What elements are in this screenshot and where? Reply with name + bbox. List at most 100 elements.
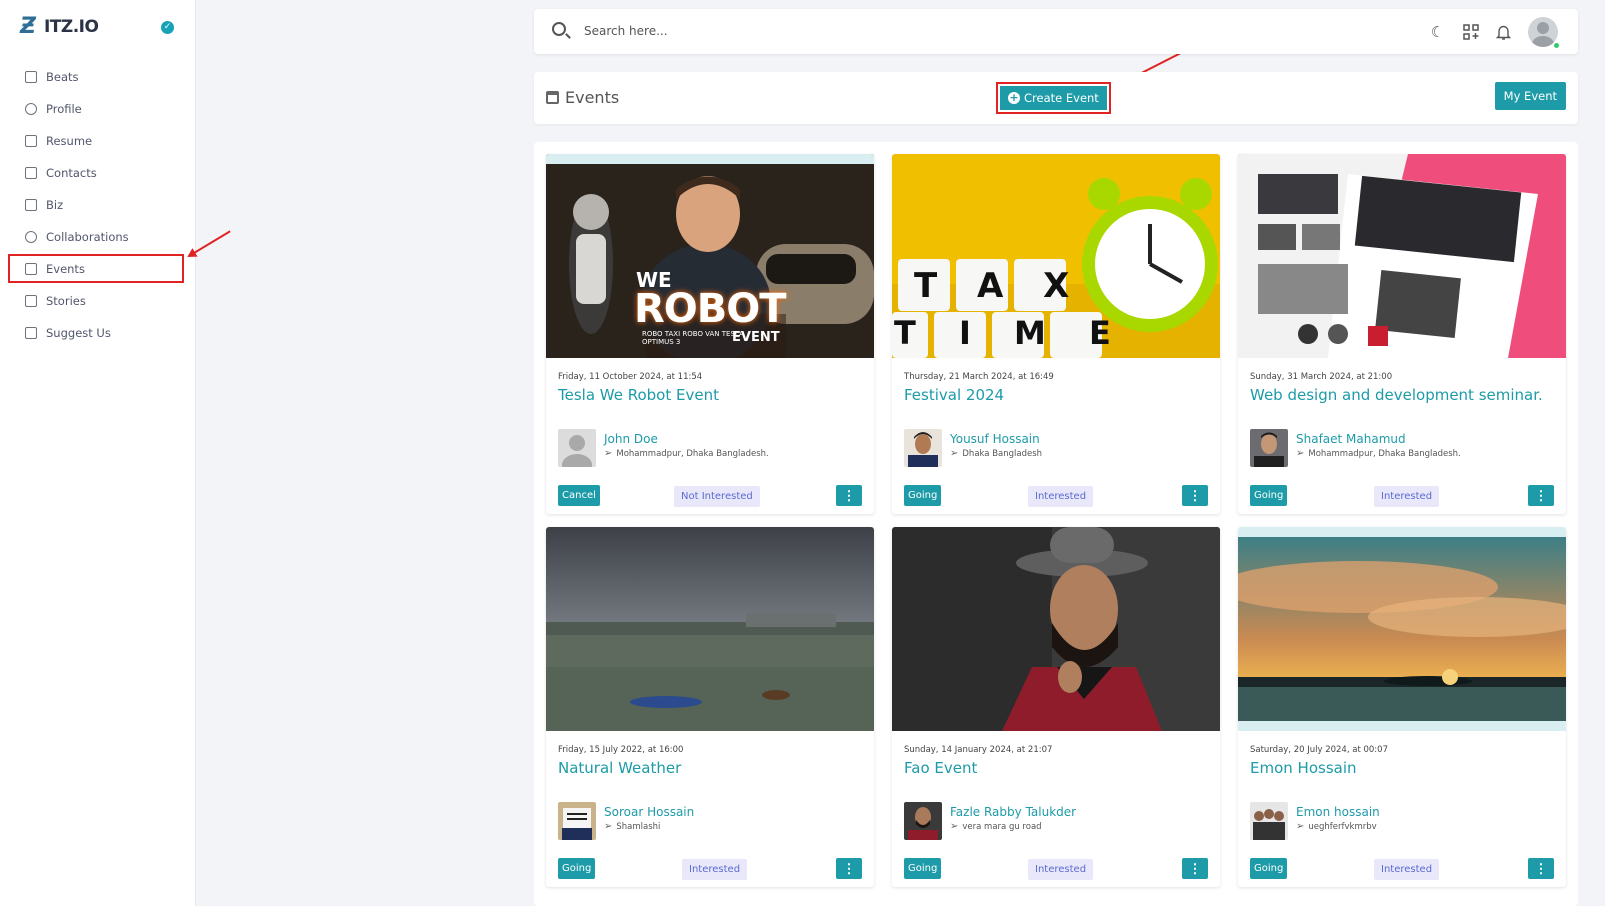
event-location: ➢ ueghferfvkmrbv	[1296, 821, 1377, 832]
sidebar-item-label: Contacts	[46, 165, 97, 180]
organizer-avatar[interactable]	[558, 802, 596, 840]
going-button[interactable]: Going	[904, 485, 942, 506]
event-image[interactable]: T A X T I M E	[892, 154, 1220, 358]
organizer-avatar[interactable]	[558, 429, 596, 467]
interested-button[interactable]: Interested	[1028, 859, 1094, 880]
search-input[interactable]	[584, 20, 984, 42]
sidebar-item-stories[interactable]: Stories	[8, 286, 184, 315]
image-text-robot: ROBOT	[634, 286, 787, 332]
location-arrow-icon: ➢	[1296, 821, 1305, 832]
going-button[interactable]: Going	[558, 858, 596, 879]
not-interested-button[interactable]: Not Interested	[674, 486, 760, 507]
more-options-button[interactable]: ⋮	[1528, 485, 1554, 506]
image-text-event: EVENT	[732, 330, 780, 345]
event-card[interactable]: WE ROBOT ROBO TAXI ROBO VAN TESLA OPTIMU…	[546, 154, 874, 514]
sidebar-item-label: Beats	[46, 69, 79, 84]
file-icon	[25, 134, 37, 147]
sidebar-item-collaborations[interactable]: Collaborations	[8, 222, 184, 251]
clipboard-icon	[25, 198, 37, 211]
online-status-dot	[1553, 42, 1560, 49]
event-card[interactable]: Sunday, 14 January 2024, at 21:07 Fao Ev…	[892, 527, 1220, 887]
more-options-button[interactable]: ⋮	[836, 485, 862, 506]
sidebar-item-biz[interactable]: Biz	[8, 190, 184, 219]
location-text: Mohammadpur, Dhaka Bangladesh.	[616, 448, 769, 459]
event-date: Thursday, 21 March 2024, at 16:49	[904, 372, 1054, 382]
event-date: Friday, 11 October 2024, at 11:54	[558, 372, 703, 382]
calendar-icon	[546, 91, 559, 104]
event-card[interactable]: T A X T I M E Thursday, 21 March 2024, a…	[892, 154, 1220, 514]
event-card[interactable]: Friday, 15 July 2022, at 16:00 Natural W…	[546, 527, 874, 887]
sidebar-nav: Beats Profile Resume Contacts Biz Collab…	[8, 62, 184, 350]
organizer-avatar[interactable]	[1250, 802, 1288, 840]
apps-icon[interactable]	[1462, 24, 1479, 41]
interested-button[interactable]: Interested	[1374, 486, 1440, 507]
event-title[interactable]: Natural Weather	[558, 759, 681, 777]
organizer-name[interactable]: Shafaet Mahamud	[1296, 432, 1406, 446]
organizer-name[interactable]: Fazle Rabby Talukder	[950, 805, 1076, 819]
calendar-icon	[25, 262, 37, 275]
brand-logo-icon: Ƶ	[20, 14, 36, 39]
event-image[interactable]	[892, 527, 1220, 731]
event-title[interactable]: Tesla We Robot Event	[558, 386, 719, 404]
organizer-name[interactable]: Soroar Hossain	[604, 805, 694, 819]
more-options-button[interactable]: ⋮	[1182, 858, 1208, 879]
event-title[interactable]: Web design and development seminar.	[1250, 386, 1543, 404]
event-location: ➢ Shamlashi	[604, 821, 660, 832]
sidebar-item-suggest-us[interactable]: Suggest Us	[8, 318, 184, 347]
create-event-button[interactable]: + Create Event	[1000, 86, 1107, 110]
organizer-name[interactable]: Yousuf Hossain	[950, 432, 1040, 446]
interested-button[interactable]: Interested	[1028, 486, 1094, 507]
cancel-button[interactable]: Cancel	[558, 485, 600, 506]
going-button[interactable]: Going	[1250, 485, 1288, 506]
create-event-highlight: + Create Event	[996, 82, 1111, 114]
organizer-name[interactable]: John Doe	[604, 432, 658, 446]
going-button[interactable]: Going	[904, 858, 942, 879]
search-icon[interactable]	[552, 22, 566, 36]
event-location: ➢ Dhaka Bangladesh	[950, 448, 1042, 459]
moon-icon[interactable]: ☾	[1429, 23, 1446, 41]
sidebar-item-contacts[interactable]: Contacts	[8, 158, 184, 187]
more-options-button[interactable]: ⋮	[1182, 485, 1208, 506]
top-icons: ☾	[1429, 17, 1558, 47]
organizer-avatar[interactable]	[1250, 429, 1288, 467]
sidebar-item-beats[interactable]: Beats	[8, 62, 184, 91]
sidebar-item-label: Suggest Us	[46, 325, 111, 340]
event-image[interactable]: WE ROBOT ROBO TAXI ROBO VAN TESLA OPTIMU…	[546, 154, 874, 358]
event-date: Sunday, 31 March 2024, at 21:00	[1250, 372, 1393, 382]
event-title[interactable]: Fao Event	[904, 759, 977, 777]
event-image[interactable]	[1238, 154, 1566, 358]
more-options-button[interactable]: ⋮	[1528, 858, 1554, 879]
event-title[interactable]: Emon Hossain	[1250, 759, 1357, 777]
sidebar-item-label: Biz	[46, 197, 64, 212]
going-button[interactable]: Going	[1250, 858, 1288, 879]
sidebar-item-profile[interactable]: Profile	[8, 94, 184, 123]
grid-icon	[25, 70, 37, 83]
event-location: ➢ Mohammadpur, Dhaka Bangladesh.	[604, 448, 769, 459]
suggest-icon	[25, 326, 37, 339]
event-card[interactable]: Sunday, 31 March 2024, at 21:00 Web desi…	[1238, 154, 1566, 514]
sidebar-item-label: Profile	[46, 101, 82, 116]
organizer-avatar[interactable]	[904, 802, 942, 840]
location-text: Shamlashi	[616, 821, 661, 832]
organizer-name[interactable]: Emon hossain	[1296, 805, 1380, 819]
interested-button[interactable]: Interested	[1374, 859, 1440, 880]
plus-icon: +	[1008, 91, 1020, 104]
user-icon	[25, 102, 37, 115]
location-text: Dhaka Bangladesh	[962, 448, 1043, 459]
interested-button[interactable]: Interested	[682, 859, 748, 880]
sidebar-item-label: Resume	[46, 133, 93, 148]
brand[interactable]: Ƶ ITZ.IO	[20, 14, 99, 39]
my-event-button[interactable]: My Event	[1494, 82, 1566, 110]
sidebar-item-events[interactable]: Events	[8, 254, 184, 283]
events-grid: WE ROBOT ROBO TAXI ROBO VAN TESLA OPTIMU…	[534, 142, 1578, 906]
bell-icon[interactable]	[1495, 24, 1512, 41]
more-options-button[interactable]: ⋮	[836, 858, 862, 879]
events-header: Events + Create Event My Event	[534, 72, 1578, 124]
event-image[interactable]	[1238, 527, 1566, 731]
event-image[interactable]	[546, 527, 874, 731]
people-icon	[25, 230, 37, 243]
event-title[interactable]: Festival 2024	[904, 386, 1004, 404]
sidebar-item-resume[interactable]: Resume	[8, 126, 184, 155]
event-card[interactable]: Saturday, 20 July 2024, at 00:07 Emon Ho…	[1238, 527, 1566, 887]
organizer-avatar[interactable]	[904, 429, 942, 467]
